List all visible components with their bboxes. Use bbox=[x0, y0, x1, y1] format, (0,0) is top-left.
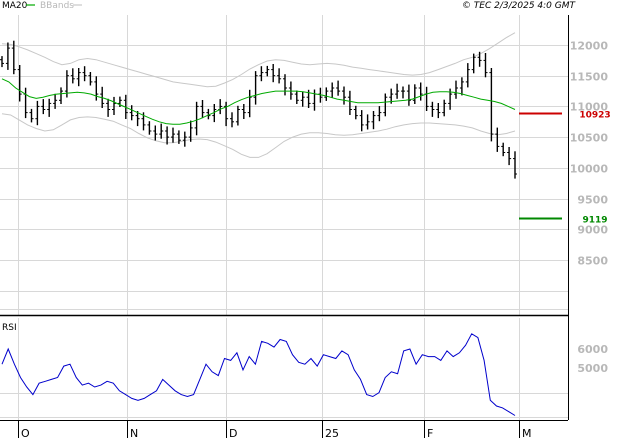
price-tick-label: 10000 bbox=[570, 163, 609, 176]
price-panel: 1200011500110001050010000950090008500 10… bbox=[0, 15, 611, 315]
rsi-line bbox=[1, 333, 516, 416]
price-tick-label: 9500 bbox=[577, 194, 608, 207]
date-label: M bbox=[522, 427, 532, 440]
price-tick-label: 8500 bbox=[577, 255, 608, 268]
rsi-tick-label: 6000 bbox=[577, 343, 608, 356]
chart-root: MA20 BBands © TEC 2/3/2025 4:0 GMT 12000… bbox=[0, 0, 627, 440]
date-label: N bbox=[130, 427, 138, 440]
price-axis: 1200011500110001050010000950090008500 bbox=[570, 40, 609, 268]
price-marker-label: 9119 bbox=[582, 216, 607, 226]
rsi-series bbox=[1, 333, 516, 416]
legend-ma20-label: MA20 bbox=[2, 1, 28, 11]
price-tick-label: 12000 bbox=[570, 40, 609, 53]
date-axis: O N D 25 F M bbox=[18, 420, 532, 440]
rsi-grid bbox=[0, 318, 568, 420]
date-label: 25 bbox=[325, 427, 339, 440]
date-label: O bbox=[21, 427, 30, 440]
rsi-panel: RSI 6000 5000 bbox=[0, 318, 608, 420]
rsi-tick-label: 5000 bbox=[577, 362, 608, 375]
price-tick-label: 11500 bbox=[570, 71, 609, 84]
chart-svg: MA20 BBands © TEC 2/3/2025 4:0 GMT 12000… bbox=[0, 1, 611, 440]
rsi-title: RSI bbox=[2, 323, 17, 333]
rsi-axis: 6000 5000 bbox=[577, 343, 608, 375]
timestamp: © TEC 2/3/2025 4:0 GMT bbox=[462, 1, 577, 11]
price-tick-label: 10500 bbox=[570, 132, 609, 145]
date-label: F bbox=[427, 427, 433, 440]
date-label: D bbox=[229, 427, 237, 440]
header: MA20 BBands © TEC 2/3/2025 4:0 GMT bbox=[2, 1, 576, 11]
legend-bbands-label: BBands bbox=[40, 1, 74, 11]
price-marker-label: 10923 bbox=[579, 111, 610, 121]
